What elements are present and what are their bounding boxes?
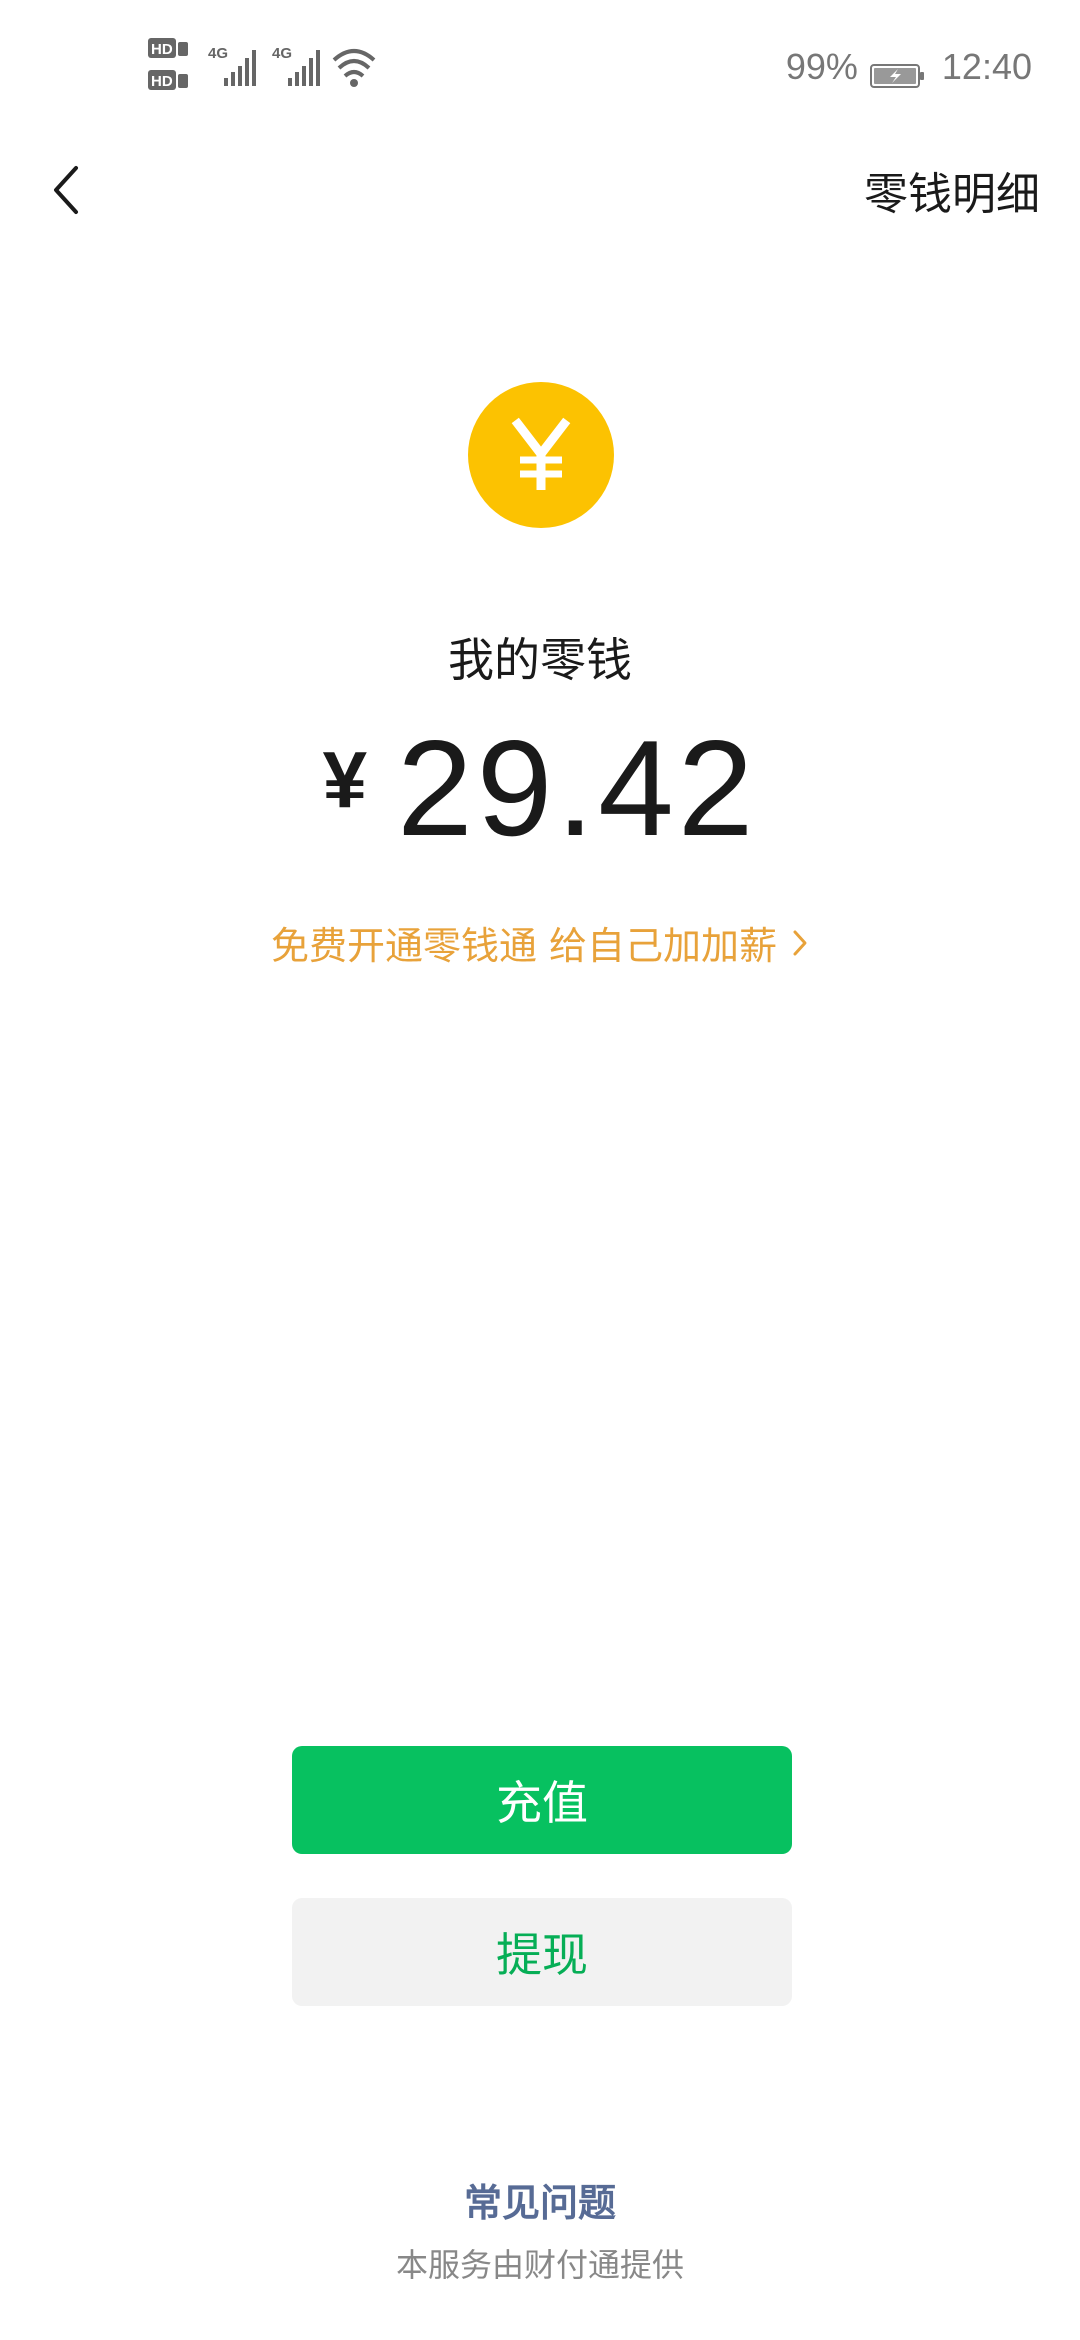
svg-text:HD: HD <box>151 73 173 90</box>
chevron-right-icon <box>791 928 809 958</box>
battery-charging-icon <box>869 55 926 88</box>
balance-amount-row: ¥ 29.42 <box>0 718 1080 858</box>
svg-text:HD: HD <box>151 41 173 58</box>
status-icons-left: HD HD 4G 4G <box>148 38 388 98</box>
balance-details-link[interactable]: 零钱明细 <box>864 132 1040 248</box>
battery-percent: 99% <box>785 46 858 87</box>
promo-text: 免费开通零钱通 给自己加加薪 <box>270 924 778 968</box>
clock: 12:40 <box>941 46 1032 87</box>
nav-bar: 零钱明细 <box>0 132 1080 248</box>
yuan-coin-icon <box>468 382 614 528</box>
svg-text:4G: 4G <box>208 45 228 62</box>
status-icons-right: 99% 12:40 <box>786 42 1032 92</box>
svg-text:4G: 4G <box>272 45 292 62</box>
provider-note: 本服务由财付通提供 <box>395 2246 684 2284</box>
top-up-button[interactable]: 充值 <box>292 1746 792 1854</box>
currency-symbol: ¥ <box>322 735 368 824</box>
balance-amount: 29.42 <box>397 712 758 864</box>
withdraw-button[interactable]: 提现 <box>292 1898 792 2006</box>
status-bar: HD HD 4G 4G 99% 12:40 <box>0 0 1080 132</box>
promo-link[interactable]: 免费开通零钱通 给自己加加薪 <box>0 915 1080 970</box>
back-button[interactable] <box>26 132 106 248</box>
balance-label: 我的零钱 <box>448 633 632 687</box>
faq-link[interactable]: 常见问题 <box>0 2172 1080 2227</box>
chevron-left-icon <box>54 166 78 214</box>
cellular-signal-icon: HD HD 4G 4G <box>148 38 376 90</box>
